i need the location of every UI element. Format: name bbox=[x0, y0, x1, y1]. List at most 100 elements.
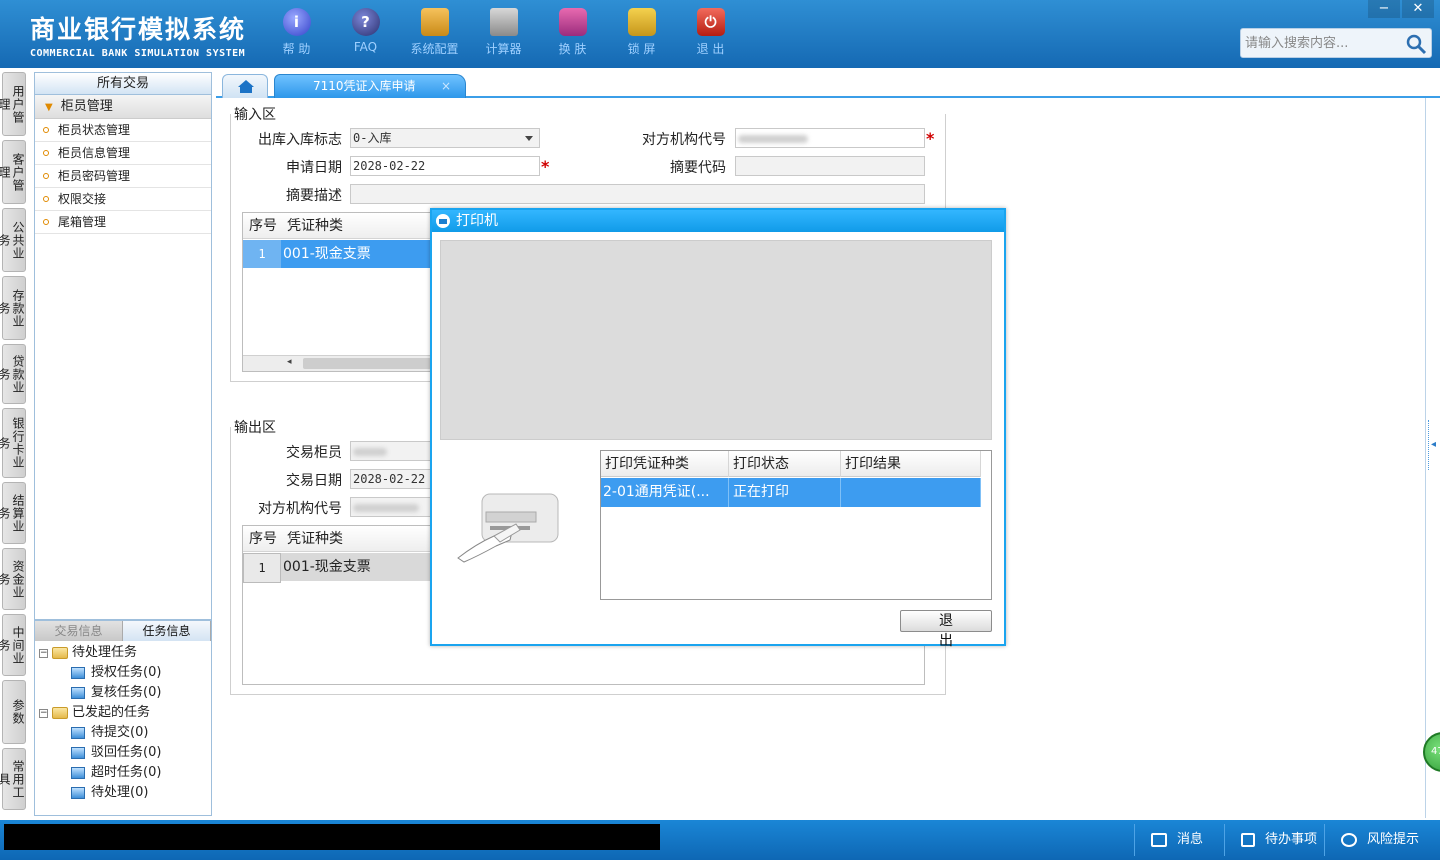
tab-home[interactable] bbox=[222, 74, 268, 98]
io-flag-label: 出库入库标志 bbox=[258, 132, 342, 148]
nav-item-permission-handover[interactable]: 权限交接 bbox=[35, 188, 211, 211]
toolbox-icon bbox=[420, 8, 449, 36]
grid-header: 打印凭证种类 打印状态 打印结果 bbox=[601, 451, 981, 477]
task-panel-tabs: 交易信息 任务信息 bbox=[35, 621, 211, 641]
module-tab-loan[interactable]: 贷款业务 bbox=[0, 344, 26, 404]
col-voucher-type: 凭证种类 bbox=[287, 531, 343, 547]
faq-button[interactable]: ? FAQ bbox=[331, 8, 400, 57]
collapse-icon[interactable]: − bbox=[39, 648, 48, 658]
print-result bbox=[841, 478, 981, 507]
tree-node-authorize[interactable]: 授权任务(0) bbox=[39, 663, 207, 683]
search-icon[interactable] bbox=[1405, 33, 1427, 55]
col-print-status: 打印状态 bbox=[729, 451, 841, 477]
table-row[interactable]: 2-01通用凭证(... 正在打印 bbox=[601, 478, 981, 507]
calculator-icon bbox=[489, 8, 518, 36]
change-skin-button[interactable]: 换 肤 bbox=[538, 8, 607, 57]
apply-date-field[interactable]: 2028-02-22 bbox=[350, 156, 540, 176]
tab-transaction-info[interactable]: 交易信息 bbox=[35, 621, 123, 641]
module-tabs: 用户管理 客户管理 公共业务 存款业务 贷款业务 银行卡业务 结算业务 资金业务… bbox=[0, 72, 28, 814]
nav-item-teller-status[interactable]: 柜员状态管理 bbox=[35, 119, 211, 142]
question-icon: ? bbox=[351, 8, 380, 36]
module-tab-public[interactable]: 公共业务 bbox=[0, 208, 26, 272]
summary-code-label: 摘要代码 bbox=[670, 160, 726, 176]
tree-node-timeout[interactable]: 超时任务(0) bbox=[39, 763, 207, 783]
module-tab-deposit[interactable]: 存款业务 bbox=[0, 276, 26, 340]
close-tab-icon[interactable]: × bbox=[441, 75, 451, 97]
print-status: 正在打印 bbox=[729, 478, 841, 507]
tab-voucher-stock-in[interactable]: 7110凭证入库申请 × bbox=[274, 74, 466, 98]
nav-item-teller-password[interactable]: 柜员密码管理 bbox=[35, 165, 211, 188]
app-subtitle: COMMERCIAL BANK SIMULATION SYSTEM bbox=[30, 48, 246, 59]
collapse-panel-handle[interactable]: ◂ bbox=[1428, 420, 1438, 470]
nav-item-tail-box[interactable]: 尾箱管理 bbox=[35, 211, 211, 234]
table-row[interactable]: 1 001-现金支票 bbox=[243, 240, 431, 268]
bullet-icon bbox=[43, 173, 49, 179]
minimize-button[interactable]: − bbox=[1368, 0, 1400, 18]
scroll-thumb[interactable] bbox=[303, 358, 431, 369]
module-tab-user[interactable]: 用户管理 bbox=[0, 72, 26, 136]
print-preview-area bbox=[440, 240, 992, 440]
status-message-area bbox=[4, 824, 660, 850]
dialog-title-bar[interactable]: 打印机 bbox=[432, 210, 1004, 232]
home-icon bbox=[238, 80, 254, 93]
main-tabs: 7110凭证入库申请 × bbox=[216, 72, 1440, 98]
module-tab-fund[interactable]: 资金业务 bbox=[0, 548, 26, 610]
tree-node-to-process[interactable]: 待处理(0) bbox=[39, 783, 207, 803]
summary-desc-field[interactable] bbox=[350, 184, 925, 204]
summary-code-field[interactable] bbox=[735, 156, 925, 176]
search-input[interactable] bbox=[1241, 29, 1401, 57]
scroll-left-icon[interactable]: ◂ bbox=[287, 357, 292, 367]
tree-node-pending[interactable]: − 待处理任务 bbox=[39, 643, 207, 663]
task-icon bbox=[71, 767, 85, 779]
shirt-icon bbox=[558, 8, 587, 36]
teller-field bbox=[350, 441, 432, 461]
tab-task-info[interactable]: 任务信息 bbox=[123, 621, 211, 641]
out-counter-org-label: 对方机构代号 bbox=[258, 501, 342, 517]
lock-screen-button[interactable]: 锁 屏 bbox=[607, 8, 676, 57]
module-tab-params[interactable]: 参数 bbox=[2, 680, 26, 744]
risk-alert-button[interactable]: 风险提示 bbox=[1324, 824, 1440, 856]
apply-date-label: 申请日期 bbox=[286, 160, 342, 176]
exit-app-button[interactable]: ⏻ 退 出 bbox=[676, 8, 745, 57]
collapse-icon[interactable]: − bbox=[39, 708, 48, 718]
module-tab-tools[interactable]: 常用工具 bbox=[0, 748, 26, 810]
main-toolbar: i 帮 助 ? FAQ 系统配置 计算器 换 肤 锁 屏 ⏻ 退 出 bbox=[262, 8, 745, 57]
help-button[interactable]: i 帮 助 bbox=[262, 8, 331, 57]
search-box bbox=[1240, 28, 1432, 58]
close-window-button[interactable]: ✕ bbox=[1402, 0, 1434, 18]
module-tab-settlement[interactable]: 结算业务 bbox=[0, 482, 26, 544]
module-tab-intermediary[interactable]: 中间业务 bbox=[0, 614, 26, 676]
task-panel: 交易信息 任务信息 − 待处理任务 授权任务(0) 复核任务(0) − 已发起的任务… bbox=[34, 620, 212, 816]
folder-icon bbox=[52, 707, 68, 719]
power-icon: ⏻ bbox=[696, 8, 725, 36]
tree-node-rejected[interactable]: 驳回任务(0) bbox=[39, 743, 207, 763]
summary-desc-label: 摘要描述 bbox=[286, 188, 342, 204]
module-tab-customer[interactable]: 客户管理 bbox=[0, 140, 26, 204]
io-flag-select[interactable]: 0-入库 bbox=[350, 128, 540, 148]
counter-org-field[interactable] bbox=[735, 128, 925, 148]
printer-small-icon bbox=[436, 214, 450, 228]
nav-group-teller[interactable]: ▼ 柜员管理 bbox=[35, 95, 211, 119]
dropdown-arrow-icon bbox=[525, 136, 533, 141]
window-controls: − ✕ bbox=[1366, 0, 1434, 18]
bullet-icon bbox=[43, 127, 49, 133]
module-tab-bankcard[interactable]: 银行卡业务 bbox=[0, 408, 26, 478]
exit-button[interactable]: 退 出 bbox=[900, 610, 992, 649]
trade-date-field: 2028-02-22 bbox=[350, 469, 432, 489]
col-voucher-type: 凭证种类 bbox=[287, 218, 343, 234]
tree-node-review[interactable]: 复核任务(0) bbox=[39, 683, 207, 703]
messages-button[interactable]: 消息 bbox=[1134, 824, 1224, 856]
col-print-voucher-type: 打印凭证种类 bbox=[601, 451, 729, 477]
print-job-grid: 打印凭证种类 打印状态 打印结果 2-01通用凭证(... 正在打印 bbox=[600, 450, 992, 600]
calculator-button[interactable]: 计算器 bbox=[469, 8, 538, 57]
tree-node-initiated[interactable]: − 已发起的任务 bbox=[39, 703, 207, 723]
printer-icon bbox=[457, 493, 559, 563]
print-voucher-type: 2-01通用凭证(... bbox=[601, 478, 729, 507]
todo-button[interactable]: 待办事项 bbox=[1224, 824, 1324, 856]
col-print-result: 打印结果 bbox=[841, 451, 981, 477]
system-config-button[interactable]: 系统配置 bbox=[400, 8, 469, 57]
nav-item-teller-info[interactable]: 柜员信息管理 bbox=[35, 142, 211, 165]
tree-node-to-submit[interactable]: 待提交(0) bbox=[39, 723, 207, 743]
nav-header[interactable]: 所有交易 bbox=[35, 73, 211, 95]
horizontal-scrollbar[interactable]: ◂ bbox=[243, 355, 431, 371]
